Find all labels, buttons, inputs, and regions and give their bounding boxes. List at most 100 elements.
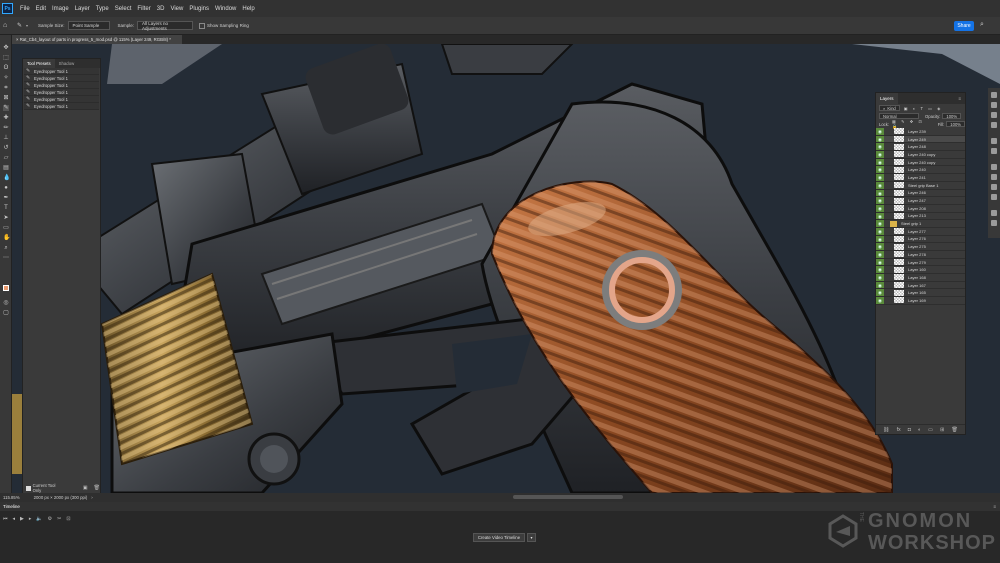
home-icon[interactable]: ⌂ [3, 22, 11, 29]
move-tool-icon[interactable]: ✥ [3, 45, 9, 51]
path-selection-icon[interactable]: ➤ [3, 215, 9, 221]
zoom-level[interactable]: 115.85% [3, 495, 20, 500]
hand-tool-icon[interactable]: ✋ [3, 235, 10, 241]
new-group-icon[interactable]: ▭ [928, 427, 933, 433]
history-panel-icon[interactable] [991, 220, 997, 226]
layer-row[interactable]: ◉ Layer 240 copy [876, 158, 965, 167]
eye-icon[interactable]: ◉ [876, 135, 884, 143]
menu-image[interactable]: Image [49, 6, 72, 12]
marquee-tool-icon[interactable]: ⬚ [3, 55, 9, 61]
swatches-panel-icon[interactable] [991, 102, 997, 108]
sample-size-select[interactable]: Point Sample [67, 21, 110, 30]
eye-icon[interactable]: ◉ [876, 166, 884, 174]
brush-panel-icon[interactable] [991, 210, 997, 216]
layer-row[interactable]: ◉ Layer 208 [876, 204, 965, 213]
layer-row[interactable]: ◉ Layer 160 [876, 266, 965, 275]
play-icon[interactable]: ▶ [20, 516, 24, 522]
layers-panel-icon[interactable] [991, 174, 997, 180]
menu-type[interactable]: Type [93, 6, 112, 12]
layer-row[interactable]: ◉ Layer 168 [876, 274, 965, 282]
layer-row[interactable]: ◉ Steel grip Base 1 [876, 181, 965, 190]
menu-layer[interactable]: Layer [72, 6, 93, 12]
audio-icon[interactable]: 🔈 [36, 516, 42, 522]
rectangle-tool-icon[interactable]: ▭ [3, 225, 9, 231]
eye-icon[interactable]: ◉ [876, 197, 884, 204]
document-tab[interactable]: × Rat_Cb4_layout of parts in progress_5_… [12, 35, 182, 44]
eye-icon[interactable]: ◉ [876, 151, 884, 158]
paths-panel-icon[interactable] [991, 194, 997, 200]
layer-row[interactable]: ◉ Layer 278 [876, 251, 965, 259]
adjustment-layer-icon[interactable]: ◐ [918, 427, 921, 433]
panel-menu-icon[interactable]: ≡ [954, 93, 965, 104]
eye-icon[interactable]: ◉ [876, 258, 884, 266]
sample-select[interactable]: All Layers no Adjustments [137, 21, 194, 31]
eye-icon[interactable]: ◉ [876, 243, 884, 250]
opacity-input[interactable]: 100% [942, 113, 962, 119]
menu-edit[interactable]: Edit [33, 6, 49, 12]
eraser-tool-icon[interactable]: ▱ [3, 155, 9, 161]
channels-panel-icon[interactable] [991, 184, 997, 190]
layer-row[interactable]: ◉ Layer 246 [876, 189, 965, 198]
eye-icon[interactable]: ◉ [876, 289, 884, 297]
layer-row[interactable]: ◉ Layer 240 copy [876, 151, 965, 159]
layer-row[interactable]: ◉ Layer 279 [876, 258, 965, 267]
preset-item[interactable]: ✎ Eyedropper Tool 1 [24, 89, 99, 96]
search-icon[interactable]: ⌕ [980, 21, 984, 29]
patterns-panel-icon[interactable] [991, 122, 997, 128]
eyedropper-icon[interactable]: ✎ [3, 105, 9, 111]
eye-icon[interactable]: ◉ [876, 220, 884, 227]
screen-mode-icon[interactable]: ▢ [3, 310, 9, 316]
more-tools-icon[interactable]: ⋯ [3, 255, 9, 261]
eye-icon[interactable]: ◉ [876, 274, 884, 281]
preset-item[interactable]: ✎ Eyedropper Tool 1 [24, 103, 99, 110]
trash-icon[interactable]: 🗑 [94, 485, 100, 491]
settings-icon[interactable]: ⚙ [48, 516, 52, 522]
properties-panel-icon[interactable] [991, 138, 997, 144]
layer-row[interactable]: ◉ Layer 239 [876, 128, 965, 136]
history-brush-icon[interactable]: ↺ [3, 145, 9, 151]
menu-filter[interactable]: Filter [134, 6, 153, 12]
timeline-label[interactable]: Timeline [3, 504, 20, 509]
layer-row[interactable]: ◉ Layer 276 [876, 235, 965, 244]
dodge-tool-icon[interactable]: ● [3, 185, 9, 191]
layer-group-row[interactable]: ◉ Steel grip 1 [876, 220, 965, 228]
eye-icon[interactable]: ◉ [876, 251, 884, 258]
layer-row[interactable]: ◉ Layer 277 [876, 227, 965, 236]
layer-row[interactable]: ◉ Layer 249 [876, 135, 965, 144]
dropdown-chevron-icon[interactable]: ▾ [26, 23, 28, 28]
current-tool-only-checkbox[interactable] [26, 485, 31, 491]
healing-brush-icon[interactable]: ✚ [3, 115, 9, 121]
eye-icon[interactable]: ◉ [876, 181, 884, 189]
magic-wand-tool-icon[interactable]: ✧ [3, 75, 9, 81]
zoom-tool-icon[interactable]: ⌕ [3, 245, 9, 251]
eye-icon[interactable]: ◉ [876, 189, 884, 197]
previous-frame-icon[interactable]: ◂ [13, 516, 16, 522]
layer-row[interactable]: ◉ Layer 275 [876, 243, 965, 251]
preset-item[interactable]: ✎ Eyedropper Tool 1 [24, 96, 99, 103]
eye-icon[interactable]: ◉ [876, 281, 884, 289]
blur-tool-icon[interactable]: 💧 [3, 175, 10, 181]
transition-icon[interactable]: ⊡ [66, 516, 70, 522]
panel-menu-icon[interactable]: ≡ [993, 504, 996, 509]
link-layers-icon[interactable]: ⛓ [883, 427, 889, 433]
split-icon[interactable]: ✂ [57, 516, 61, 522]
type-tool-icon[interactable]: T [3, 205, 9, 211]
eye-icon[interactable]: ◉ [876, 235, 884, 243]
new-layer-icon[interactable]: ⊞ [940, 427, 944, 433]
preset-item[interactable]: ✎ Eyedropper Tool 1 [24, 68, 99, 75]
menu-plugins[interactable]: Plugins [186, 6, 212, 12]
eye-icon[interactable]: ◉ [876, 204, 884, 212]
tab-shadow[interactable]: Shadow [55, 61, 79, 66]
layer-row[interactable]: ◉ Layer 165 [876, 289, 965, 298]
eye-icon[interactable]: ◉ [876, 174, 884, 181]
kind-filter-select[interactable]: ⌕ Kind [879, 105, 900, 111]
next-frame-icon[interactable]: ▸ [29, 516, 32, 522]
first-frame-icon[interactable]: ⏮ [3, 516, 8, 522]
fill-input[interactable]: 100% [946, 121, 965, 127]
layer-row[interactable]: ◉ Layer 241 [876, 174, 965, 182]
add-mask-icon[interactable]: ◘ [908, 427, 911, 433]
filter-icons[interactable]: ▣ ◐ T ▭ ◈ [904, 106, 943, 111]
photoshop-logo-icon[interactable]: Ps [2, 3, 13, 14]
eye-icon[interactable]: ◉ [876, 266, 884, 274]
foreground-color-swatch[interactable] [3, 285, 9, 291]
